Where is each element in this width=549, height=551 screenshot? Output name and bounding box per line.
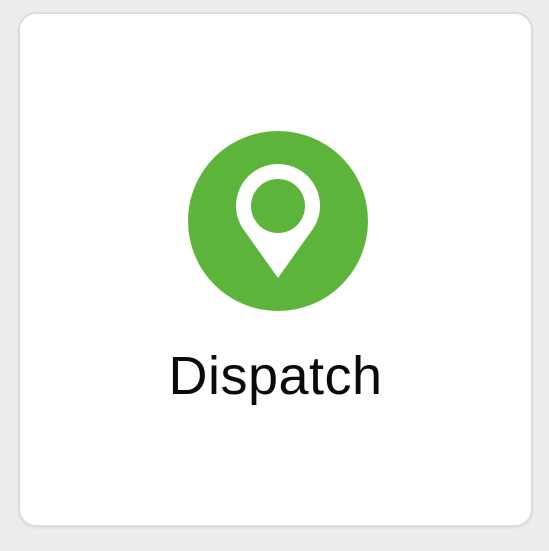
map-pin-icon-badge <box>188 131 368 311</box>
screen-background: Dispatch <box>0 0 549 551</box>
map-pin-icon <box>236 164 320 278</box>
map-pin-hole <box>251 179 305 233</box>
tile-label: Dispatch <box>168 346 383 406</box>
dispatch-app-tile[interactable]: Dispatch <box>18 12 533 527</box>
